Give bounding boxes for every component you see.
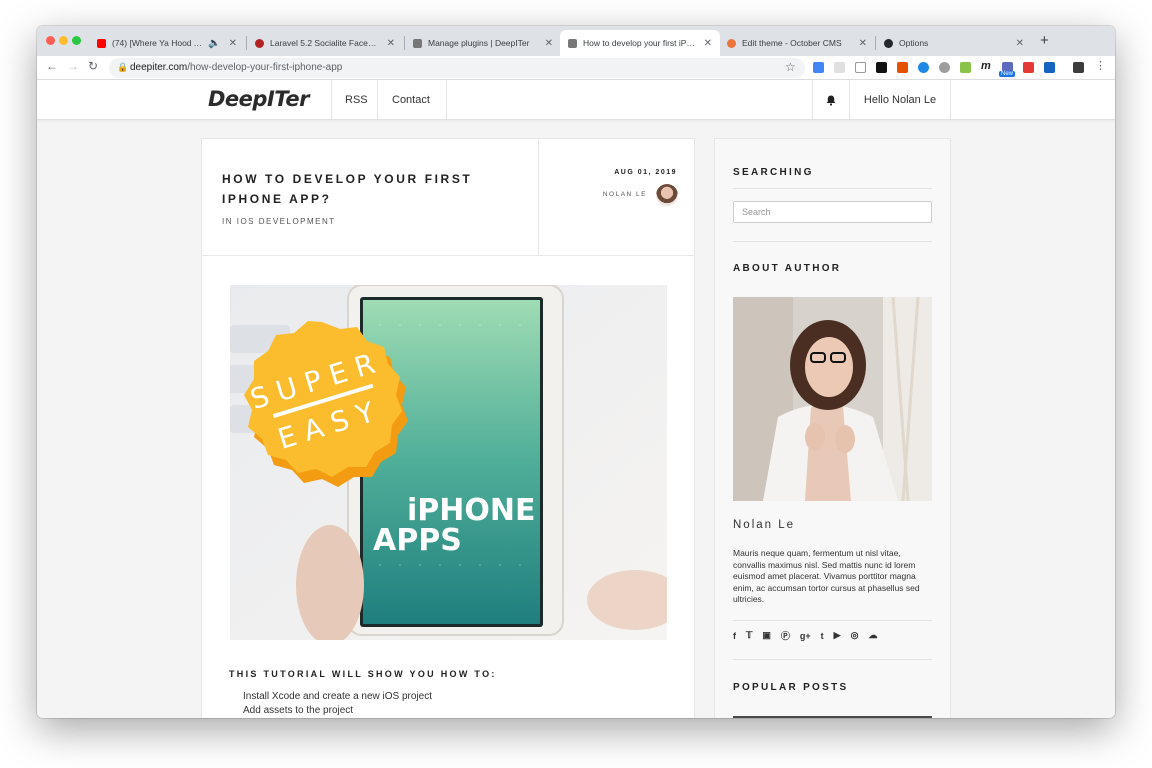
hero-image: SUPER EASY iPHONE APPS — [230, 285, 667, 640]
author-name: Nolan Le — [733, 519, 796, 531]
article-meta: AUG 01, 2019 NOLAN LE — [538, 139, 696, 256]
tab-label: (74) [Where Ya Hood At 28 — [112, 38, 202, 48]
profile-icon[interactable] — [1073, 62, 1084, 73]
laravel-icon — [255, 38, 264, 48]
user-greeting[interactable]: Hello Nolan Le — [849, 80, 951, 120]
reload-icon[interactable]: ↻ — [88, 59, 98, 73]
deepiter-icon — [413, 38, 422, 48]
tab-youtube[interactable]: (74) [Where Ya Hood At 28 🔈 ✕ — [89, 30, 245, 56]
list-item: Install Xcode and create a new iOS proje… — [243, 691, 432, 702]
hero-phone-line2: APPS — [373, 523, 462, 558]
menu-kebab-icon[interactable]: ⋮ — [1095, 59, 1106, 72]
close-tab-icon[interactable]: ✕ — [1016, 38, 1024, 49]
about-author-title: ABOUT AUTHOR — [733, 263, 842, 274]
tab-label: Manage plugins | DeepITer — [428, 38, 530, 48]
close-tab-icon[interactable]: ✕ — [387, 38, 395, 49]
close-tab-icon[interactable]: ✕ — [859, 38, 867, 49]
nav-contact[interactable]: Contact — [377, 80, 447, 120]
divider — [733, 620, 932, 621]
tab-label: Laravel 5.2 Socialite Facebook — [270, 38, 381, 48]
webpage: DeepITer RSS Contact Hello Nolan Le HOW … — [37, 80, 1115, 718]
nav-rss[interactable]: RSS — [331, 80, 377, 120]
tab-options[interactable]: Options ✕ — [876, 30, 1032, 56]
lock-icon: 🔒 — [117, 62, 129, 72]
extension-icon[interactable] — [918, 62, 929, 73]
notification-bell-icon[interactable] — [812, 80, 849, 120]
october-cms-icon — [727, 38, 736, 48]
list-item: Add assets to the project — [243, 704, 354, 716]
author-bio: Mauris neque quam, fermentum ut nisl vit… — [733, 548, 920, 604]
back-arrow-icon[interactable]: ← — [46, 59, 58, 73]
divider — [733, 188, 932, 189]
facebook-icon[interactable]: f — [733, 631, 736, 641]
close-tab-icon[interactable]: ✕ — [229, 38, 237, 49]
site-logo[interactable]: DeepITer — [208, 87, 309, 111]
tab-label: How to develop your first iPhone — [583, 38, 698, 48]
article-card: HOW TO DEVELOP YOUR FIRST IPHONE APP? IN… — [201, 138, 695, 718]
youtube-icon — [97, 38, 106, 48]
tab-manage-plugins[interactable]: Manage plugins | DeepITer ✕ — [405, 30, 561, 56]
article-date: AUG 01, 2019 — [614, 169, 677, 176]
minimize-window-button[interactable] — [59, 36, 68, 45]
site-header: DeepITer RSS Contact Hello Nolan Le — [37, 80, 1115, 120]
searching-title: SEARCHING — [733, 167, 814, 178]
extension-icon[interactable] — [855, 62, 866, 73]
bookmark-star-icon[interactable]: ☆ — [785, 60, 796, 74]
popular-posts-title: POPULAR POSTS — [733, 682, 849, 693]
intro-heading: THIS TUTORIAL WILL SHOW YOU HOW TO: — [229, 669, 497, 679]
extension-icon[interactable] — [960, 62, 971, 73]
speaker-icon: 🔈 — [208, 37, 221, 49]
extension-icon[interactable] — [897, 62, 908, 73]
pinterest-icon[interactable]: Ⓟ — [781, 629, 790, 642]
search-input[interactable] — [733, 201, 932, 223]
author-avatar[interactable] — [656, 184, 678, 206]
article-author[interactable]: NOLAN LE — [603, 191, 647, 198]
forward-arrow-icon[interactable]: → — [67, 59, 79, 73]
close-tab-icon[interactable]: ✕ — [545, 38, 553, 49]
browser-toolbar: ← → ↻ 🔒 deepiter.com/how-develop-your-fi… — [37, 56, 1115, 80]
tab-strip: (74) [Where Ya Hood At 28 🔈 ✕ Laravel 5.… — [37, 26, 1115, 56]
close-tab-icon[interactable]: ✕ — [704, 38, 712, 49]
google-plus-icon[interactable]: g+ — [800, 631, 811, 641]
tab-october-cms[interactable]: Edit theme - October CMS ✕ — [719, 30, 875, 56]
extension-icon[interactable]: m — [981, 60, 992, 72]
divider — [733, 659, 932, 660]
author-photo — [733, 297, 932, 501]
popular-post-thumbnail[interactable] — [733, 716, 932, 718]
article-header: HOW TO DEVELOP YOUR FIRST IPHONE APP? IN… — [202, 139, 694, 256]
new-badge: New — [999, 71, 1016, 77]
maximize-window-button[interactable] — [72, 36, 81, 45]
translate-extension-icon[interactable] — [813, 62, 824, 73]
tab-label: Options — [899, 38, 929, 48]
close-window-button[interactable] — [46, 36, 55, 45]
address-bar[interactable]: 🔒 deepiter.com/how-develop-your-first-ip… — [109, 58, 805, 78]
extension-icon[interactable] — [939, 62, 950, 73]
deepiter-icon — [568, 38, 577, 48]
extension-icon[interactable] — [1044, 62, 1055, 73]
extension-icon[interactable] — [1023, 62, 1034, 73]
dribbble-icon[interactable]: ◎ — [851, 630, 859, 641]
soundcloud-icon[interactable]: ☁ — [868, 630, 877, 641]
social-links: f 𝕋 ▣ Ⓟ g+ t ▶ ◎ ☁ — [733, 629, 887, 642]
tab-how-to-develop[interactable]: How to develop your first iPhone ✕ — [560, 30, 720, 56]
article-category[interactable]: IN IOS DEVELOPMENT — [222, 217, 336, 226]
twitter-icon[interactable]: 𝕋 — [746, 630, 752, 641]
divider — [733, 241, 932, 242]
github-icon — [884, 38, 893, 48]
extension-icon[interactable] — [834, 62, 845, 73]
sidebar: SEARCHING ABOUT AUTHOR — [714, 138, 951, 718]
browser-window: (74) [Where Ya Hood At 28 🔈 ✕ Laravel 5.… — [37, 26, 1115, 718]
tumblr-icon[interactable]: t — [821, 631, 824, 641]
youtube-icon[interactable]: ▶ — [834, 630, 841, 641]
steps-list: Install Xcode and create a new iOS proje… — [243, 690, 432, 717]
new-tab-button[interactable]: + — [1040, 32, 1049, 49]
instagram-icon[interactable]: ▣ — [762, 630, 771, 641]
tab-label: Edit theme - October CMS — [742, 38, 842, 48]
url-text: deepiter.com/how-develop-your-first-ipho… — [130, 62, 343, 73]
tab-laravel[interactable]: Laravel 5.2 Socialite Facebook ✕ — [247, 30, 403, 56]
article-title: HOW TO DEVELOP YOUR FIRST IPHONE APP? — [222, 172, 473, 206]
extension-icon[interactable] — [876, 62, 887, 73]
